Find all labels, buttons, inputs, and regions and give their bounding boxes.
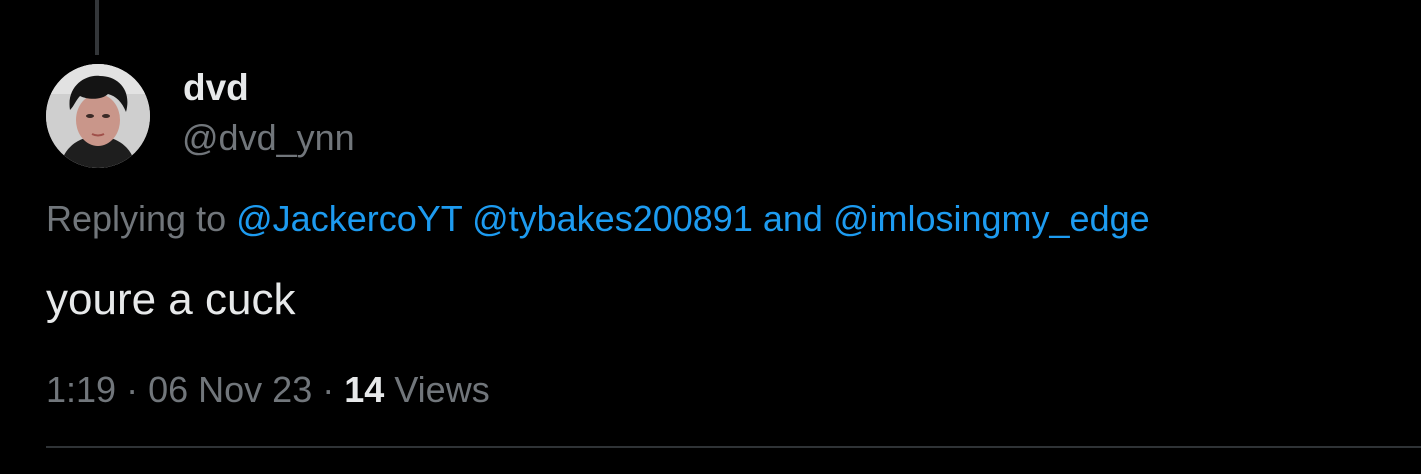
mention-link-tybakes200891[interactable]: @tybakes200891 bbox=[472, 198, 753, 239]
display-name[interactable]: dvd bbox=[183, 66, 249, 110]
user-handle[interactable]: @dvd_ynn bbox=[182, 116, 355, 160]
views-label[interactable]: Views bbox=[394, 369, 489, 410]
replying-to-line: Replying to @JackercoYT @tybakes200891 a… bbox=[46, 195, 1150, 243]
mention-link-jackercoyt[interactable]: @JackercoYT bbox=[236, 198, 462, 239]
avatar[interactable] bbox=[46, 64, 150, 168]
divider bbox=[46, 446, 1421, 448]
mention-link-imlosingmy-edge[interactable]: @imlosingmy_edge bbox=[833, 198, 1150, 239]
mention-joiner: and bbox=[762, 198, 823, 239]
meta-separator: · bbox=[126, 369, 139, 410]
views-count[interactable]: 14 bbox=[344, 369, 384, 410]
tweet-text: youre a cuck bbox=[46, 275, 296, 324]
meta-separator: · bbox=[322, 369, 335, 410]
tweet-time[interactable]: 1:19 bbox=[46, 369, 116, 410]
avatar-photo bbox=[46, 64, 150, 168]
tweet-date[interactable]: 06 Nov 23 bbox=[148, 369, 312, 410]
tweet-meta: 1:19 · 06 Nov 23 · 14 Views bbox=[46, 366, 490, 414]
replying-to-label: Replying to bbox=[46, 198, 227, 239]
thread-connector-line bbox=[95, 0, 99, 55]
